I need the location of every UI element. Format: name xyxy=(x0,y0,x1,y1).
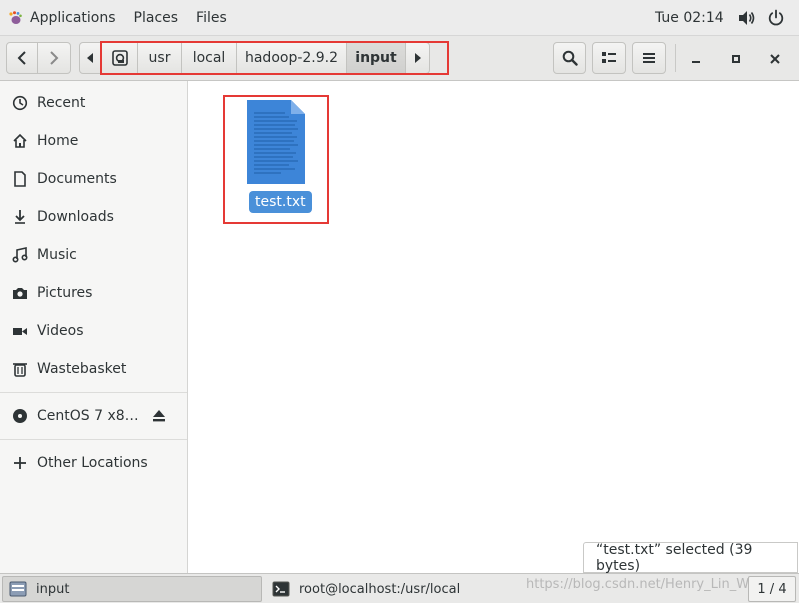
music-icon xyxy=(12,247,28,263)
sidebar-item-label: CentOS 7 x8… xyxy=(37,408,139,424)
crumb-label: usr xyxy=(148,50,171,66)
maximize-button[interactable] xyxy=(725,48,747,70)
hamburger-icon xyxy=(643,53,655,63)
sidebar-item-pictures[interactable]: Pictures xyxy=(0,274,187,312)
close-icon xyxy=(770,54,780,64)
terminal-icon xyxy=(272,581,290,597)
sidebar-item-documents[interactable]: Documents xyxy=(0,160,187,198)
triangle-right-icon xyxy=(414,53,421,63)
crumb-label: hadoop-2.9.2 xyxy=(244,50,339,66)
sidebar-item-label: Music xyxy=(37,247,77,263)
crumb-label: local xyxy=(192,50,226,66)
close-button[interactable] xyxy=(764,48,786,70)
maximize-icon xyxy=(732,55,740,63)
sidebar: Recent Home Documents Downloads Music Pi… xyxy=(0,81,188,573)
applications-menu[interactable]: Applications xyxy=(0,0,125,36)
places-menu[interactable]: Places xyxy=(125,0,188,36)
sidebar-item-label: Wastebasket xyxy=(37,361,127,377)
top-bar: Applications Places Files Tue 02:14 xyxy=(0,0,799,36)
taskbar-window-terminal[interactable]: root@localhost:/usr/local xyxy=(266,576,526,602)
search-button[interactable] xyxy=(553,42,586,74)
view-toggle-button[interactable] xyxy=(592,42,626,74)
video-icon xyxy=(12,323,28,339)
sidebar-item-label: Recent xyxy=(37,95,86,111)
applications-label: Applications xyxy=(30,9,116,26)
sidebar-item-other-locations[interactable]: Other Locations xyxy=(0,444,187,482)
path-root-button[interactable] xyxy=(101,42,138,74)
path-scroll-right-button[interactable] xyxy=(405,42,430,74)
power-icon[interactable] xyxy=(767,9,785,27)
sidebar-item-label: Videos xyxy=(37,323,84,339)
sidebar-item-label: Pictures xyxy=(37,285,93,301)
download-icon xyxy=(12,209,28,225)
path-scroll-left-button[interactable] xyxy=(79,42,101,74)
minimize-button[interactable] xyxy=(685,48,707,70)
header-separator xyxy=(675,44,676,72)
places-label: Places xyxy=(133,9,179,26)
chevron-right-icon xyxy=(50,51,59,65)
plus-icon xyxy=(12,455,28,471)
file-manager-icon xyxy=(9,581,27,597)
list-view-icon xyxy=(602,52,616,63)
taskbar-window-input[interactable]: input xyxy=(2,576,262,602)
taskbar-window-label: input xyxy=(36,581,70,597)
crumb-label: input xyxy=(355,50,397,66)
text-file-icon xyxy=(247,100,305,184)
file-item-test-txt[interactable]: test.txt xyxy=(223,95,329,224)
gnome-foot-icon xyxy=(9,10,22,24)
taskbar: input root@localhost:/usr/local https://… xyxy=(0,573,799,603)
file-view[interactable]: test.txt xyxy=(188,81,799,573)
sidebar-item-videos[interactable]: Videos xyxy=(0,312,187,350)
camera-icon xyxy=(12,285,28,301)
triangle-left-icon xyxy=(87,53,93,63)
speaker-icon[interactable] xyxy=(738,10,756,26)
crumb-usr[interactable]: usr xyxy=(138,42,182,74)
file-name-label: test.txt xyxy=(249,191,312,213)
sidebar-item-label: Other Locations xyxy=(37,455,148,471)
sidebar-item-wastebasket[interactable]: Wastebasket xyxy=(0,350,187,388)
taskbar-window-label: root@localhost:/usr/local xyxy=(299,581,461,597)
sidebar-item-label: Home xyxy=(37,133,79,149)
workspace-pager[interactable]: 1 / 4 xyxy=(748,576,796,602)
eject-icon[interactable] xyxy=(152,409,166,423)
crumb-hadoop[interactable]: hadoop-2.9.2 xyxy=(237,42,347,74)
home-icon xyxy=(12,133,28,149)
clock[interactable]: Tue 02:14 xyxy=(655,0,724,36)
minimize-icon xyxy=(692,61,700,63)
search-icon xyxy=(562,50,578,66)
watermark-text: https://blog.csdn.net/Henry_Lin_Wind xyxy=(526,577,769,592)
drive-icon xyxy=(111,50,128,66)
chevron-left-icon xyxy=(17,51,26,65)
disc-icon xyxy=(12,408,28,424)
header-bar: usr local hadoop-2.9.2 input xyxy=(0,36,799,81)
sidebar-item-label: Downloads xyxy=(37,209,114,225)
files-menu[interactable]: Files xyxy=(187,0,236,36)
document-icon xyxy=(12,171,28,187)
selection-status-text: “test.txt” selected (39 bytes) xyxy=(596,541,753,574)
crumb-input[interactable]: input xyxy=(347,42,406,74)
sidebar-item-music[interactable]: Music xyxy=(0,236,187,274)
sidebar-item-recent[interactable]: Recent xyxy=(0,84,187,122)
sidebar-separator xyxy=(0,392,187,393)
forward-button[interactable] xyxy=(37,42,71,74)
clock-label: Tue 02:14 xyxy=(655,10,724,26)
sidebar-item-downloads[interactable]: Downloads xyxy=(0,198,187,236)
sidebar-item-label: Documents xyxy=(37,171,117,187)
files-label: Files xyxy=(196,9,227,26)
sidebar-separator xyxy=(0,439,187,440)
clock-icon xyxy=(12,95,28,111)
menu-button[interactable] xyxy=(632,42,666,74)
workspace-pager-label: 1 / 4 xyxy=(757,581,787,597)
selection-status: “test.txt” selected (39 bytes) xyxy=(583,541,798,574)
crumb-local[interactable]: local xyxy=(182,42,237,74)
trash-icon xyxy=(12,361,28,377)
back-button[interactable] xyxy=(6,42,38,74)
sidebar-item-home[interactable]: Home xyxy=(0,122,187,160)
